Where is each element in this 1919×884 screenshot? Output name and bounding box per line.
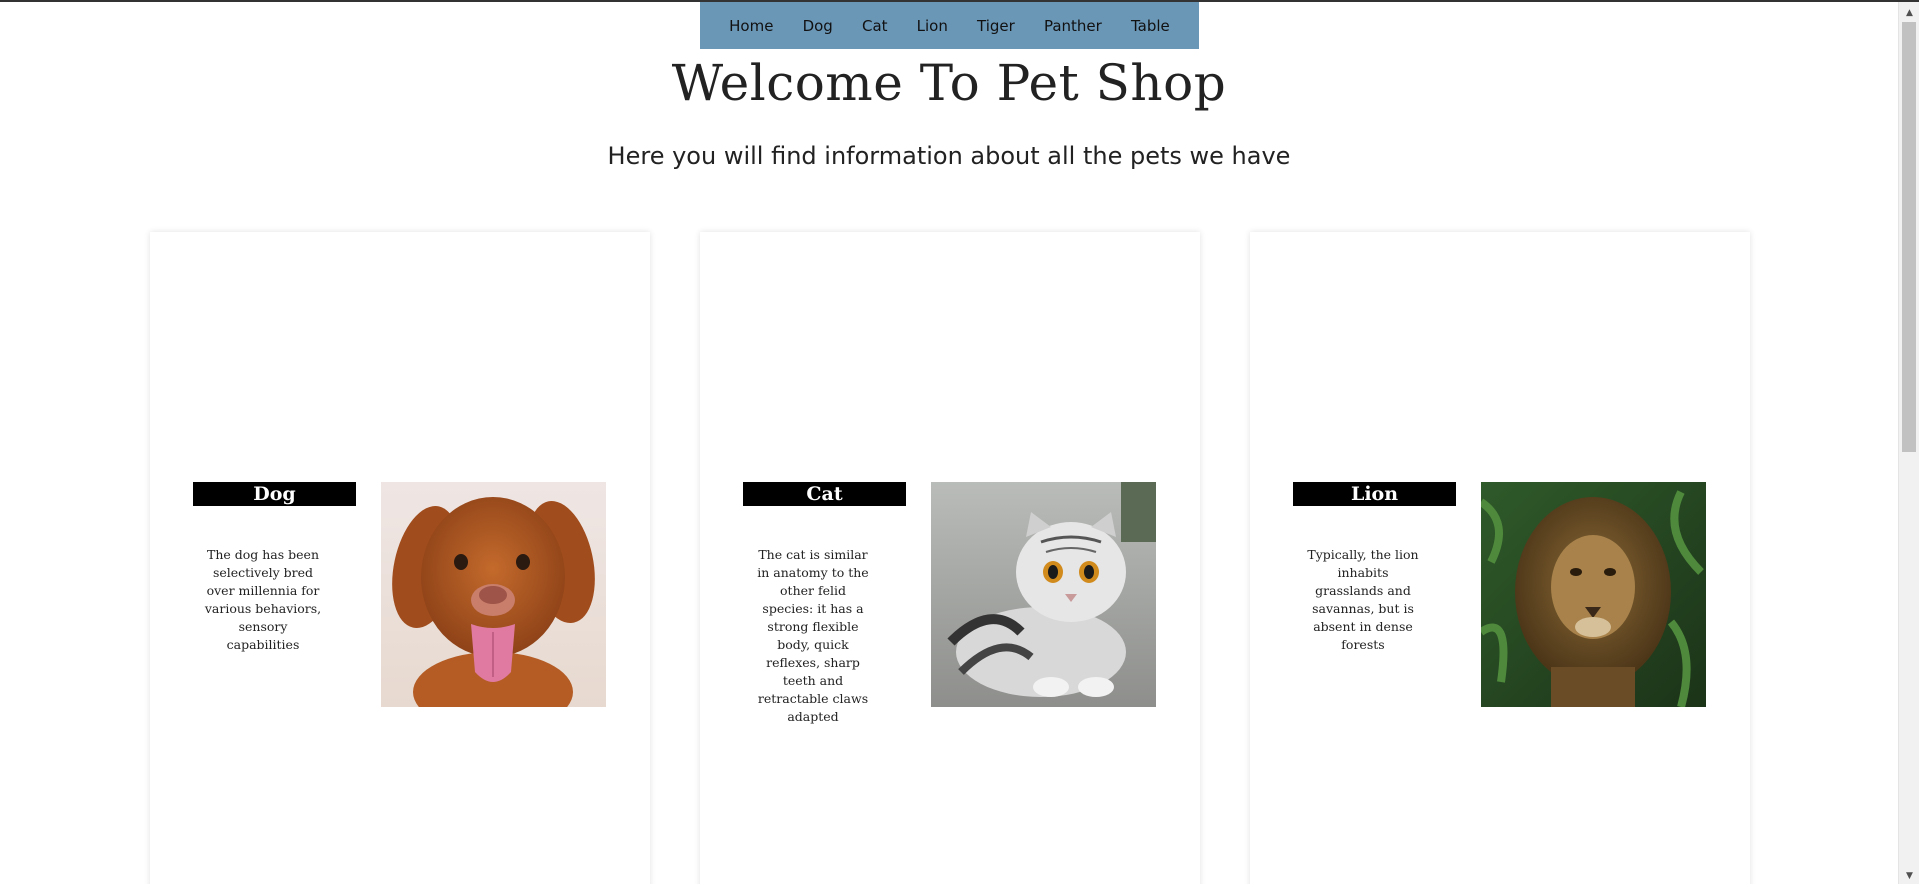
cat-photo	[931, 482, 1156, 707]
scroll-up-icon[interactable]: ▲	[1899, 4, 1919, 21]
pet-card-content: Lion Typically, the lion inhabits grassl…	[1293, 482, 1707, 707]
pet-card-content: Cat The cat is similar in anatomy to the…	[743, 482, 1157, 724]
pet-card-cat: Cat The cat is similar in anatomy to the…	[700, 232, 1200, 884]
nav-link-panther[interactable]: Panther	[1044, 17, 1102, 35]
scroll-down-icon[interactable]: ▼	[1899, 867, 1919, 884]
pet-card-lion: Lion Typically, the lion inhabits grassl…	[1250, 232, 1750, 884]
pet-card-description: The dog has been selectively bred over m…	[204, 547, 322, 652]
page-viewport: Home Dog Cat Lion Tiger Panther Table We…	[0, 2, 1898, 884]
lion-photo	[1481, 482, 1706, 707]
pet-card-dog: Dog The dog has been selectively bred ov…	[150, 232, 650, 884]
vertical-scrollbar[interactable]: ▲ ▼	[1898, 2, 1919, 884]
nav-link-lion[interactable]: Lion	[917, 17, 948, 35]
page-subtitle: Here you will find information about all…	[607, 142, 1291, 170]
nav-link-cat[interactable]: Cat	[862, 17, 888, 35]
dog-photo	[381, 482, 606, 707]
pet-card-description: The cat is similar in anatomy to the oth…	[757, 547, 869, 724]
nav-link-tiger[interactable]: Tiger	[977, 17, 1015, 35]
pet-card-title: Cat	[743, 482, 906, 506]
scrollbar-thumb[interactable]	[1902, 22, 1916, 452]
page-title: Welcome To Pet Shop	[671, 54, 1227, 112]
nav-link-table[interactable]: Table	[1131, 17, 1170, 35]
nav-link-dog[interactable]: Dog	[803, 17, 833, 35]
nav-link-home[interactable]: Home	[729, 17, 773, 35]
pet-card-title: Lion	[1293, 482, 1456, 506]
pet-card-content: Dog The dog has been selectively bred ov…	[193, 482, 607, 707]
pet-card-title: Dog	[193, 482, 356, 506]
pet-card-description: Typically, the lion inhabits grasslands …	[1307, 547, 1419, 652]
top-navigation: Home Dog Cat Lion Tiger Panther Table	[700, 2, 1199, 49]
